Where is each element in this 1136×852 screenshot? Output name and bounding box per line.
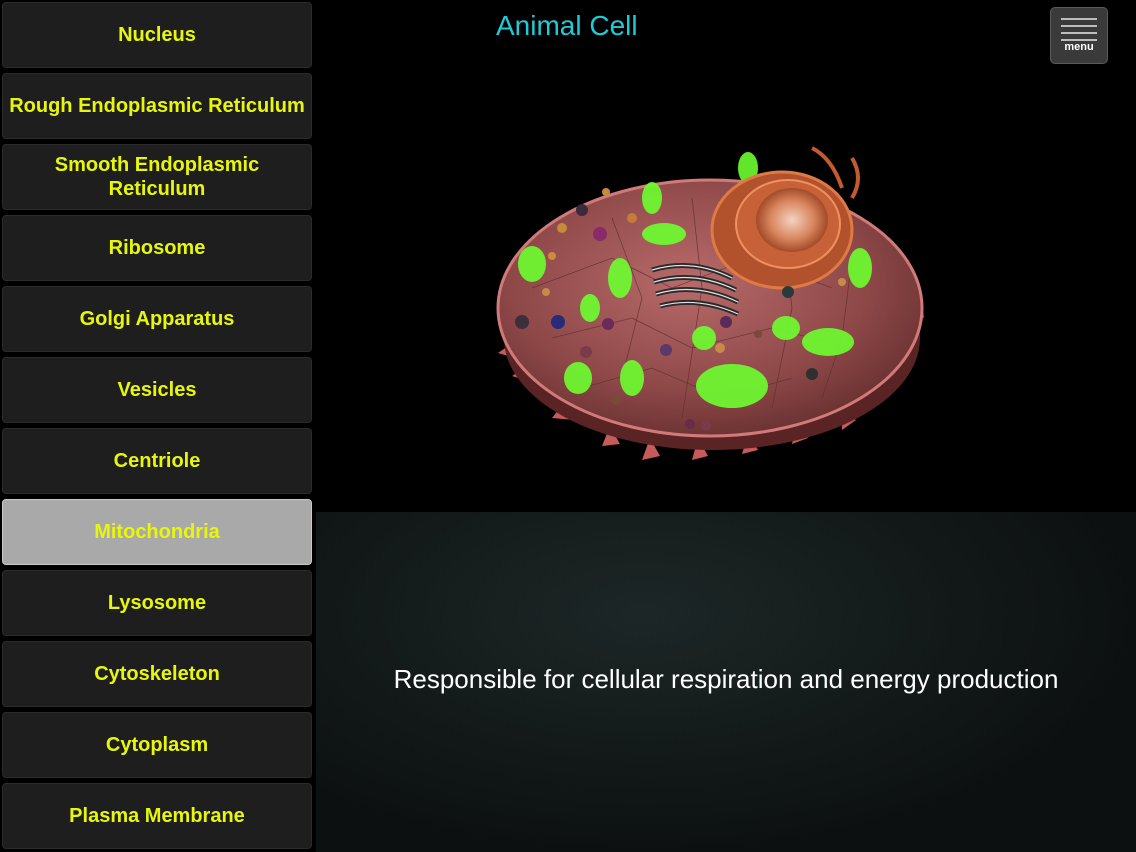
organelle-button-centriole[interactable]: Centriole (2, 428, 312, 494)
organelle-button-vesicles[interactable]: Vesicles (2, 357, 312, 423)
organelle-button-cytoskeleton[interactable]: Cytoskeleton (2, 641, 312, 707)
organelle-button-plasma-membrane[interactable]: Plasma Membrane (2, 783, 312, 849)
organelle-button-lysosome[interactable]: Lysosome (2, 570, 312, 636)
menu-button[interactable]: menu (1050, 7, 1108, 64)
organelle-button-smooth-er[interactable]: Smooth Endoplasmic Reticulum (2, 144, 312, 210)
page-title: Animal Cell (496, 10, 638, 41)
organelle-button-ribosome[interactable]: Ribosome (2, 215, 312, 281)
organelle-button-golgi-apparatus[interactable]: Golgi Apparatus (2, 286, 312, 352)
organelle-button-cytoplasm[interactable]: Cytoplasm (2, 712, 312, 778)
menu-label: menu (1064, 41, 1094, 53)
organelle-description: Responsible for cellular respiration and… (393, 664, 1059, 694)
main-view: Animal Cell menu Responsible for cellula… (316, 0, 1136, 852)
organelle-button-mitochondria[interactable]: Mitochondria (2, 499, 312, 565)
animal-cell-model[interactable] (492, 138, 932, 468)
nucleus (710, 146, 860, 290)
organelle-button-nucleus[interactable]: Nucleus (2, 2, 312, 68)
organelle-button-rough-er[interactable]: Rough Endoplasmic Reticulum (2, 73, 312, 139)
app-root: Nucleus Rough Endoplasmic Reticulum Smoo… (0, 0, 1136, 852)
organelle-sidebar: Nucleus Rough Endoplasmic Reticulum Smoo… (0, 0, 316, 852)
